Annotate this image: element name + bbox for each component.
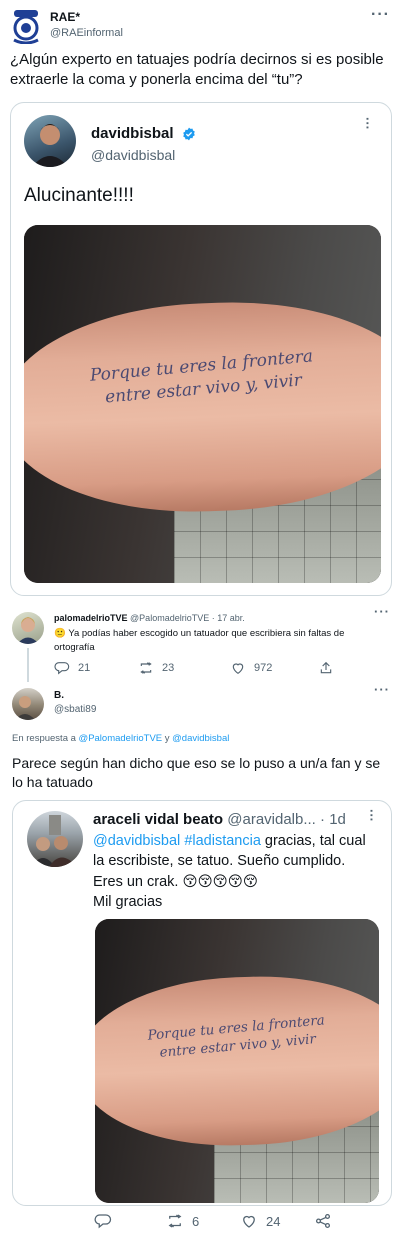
reply1-retweets-count: 23 bbox=[162, 662, 175, 674]
araceli-reply[interactable] bbox=[94, 1212, 120, 1230]
reply1-likes[interactable]: 972 bbox=[230, 660, 272, 676]
reply1-more-options-icon[interactable]: ··· bbox=[374, 604, 390, 619]
quoted-more-options-icon[interactable]: ··· bbox=[360, 117, 375, 130]
group-photo-icon bbox=[31, 815, 77, 867]
paloma-text: Ya podías haber escogido un tatuador que… bbox=[54, 628, 345, 653]
rae-avatar[interactable] bbox=[10, 8, 42, 44]
paloma-date[interactable]: · 17 abr. bbox=[212, 613, 245, 623]
tattoo-photo[interactable]: Porque tu eres la frontera entre estar v… bbox=[24, 225, 381, 583]
reply-icon bbox=[94, 1214, 112, 1229]
person-icon bbox=[32, 124, 68, 167]
reply-icon bbox=[54, 662, 70, 675]
retweet-icon bbox=[168, 1214, 182, 1228]
paloma-tweet-text: 🙂 Ya podías haber escogido un tatuador q… bbox=[54, 627, 384, 655]
araceli-likes[interactable]: 24 bbox=[240, 1212, 280, 1230]
reply1-likes-count: 972 bbox=[254, 662, 273, 674]
heart-icon bbox=[232, 663, 244, 675]
thread-line bbox=[27, 648, 29, 682]
bisbal-tweet-text: Alucinante!!!! bbox=[24, 185, 134, 206]
heart-icon bbox=[243, 1215, 255, 1228]
araceli-avatar[interactable] bbox=[27, 811, 83, 867]
reply-mention-paloma[interactable]: @PalomadelrioTVE bbox=[79, 733, 163, 744]
slight-smile-emoji: 🙂 bbox=[54, 628, 66, 639]
araceli-handle[interactable]: @aravidalb... bbox=[227, 811, 316, 828]
reply1-retweets[interactable]: 23 bbox=[138, 660, 174, 676]
bisbal-name[interactable]: davidbisbal bbox=[91, 125, 196, 142]
paloma-handle[interactable]: @PalomadelrioTVE bbox=[130, 613, 209, 623]
paloma-header: palomadelrioTVE @PalomadelrioTVE · 17 ab… bbox=[54, 613, 245, 623]
araceli-hashtag[interactable]: #ladistancia bbox=[184, 833, 261, 849]
araceli-retweets[interactable]: 6 bbox=[166, 1212, 199, 1230]
araceli-tweet-text: @davidbisbal #ladistancia gracias, tal c… bbox=[93, 831, 379, 912]
reply1-replies-count: 21 bbox=[78, 662, 91, 674]
araceli-more-options-icon[interactable]: ··· bbox=[364, 809, 379, 822]
kiss-emojis: 😚😚😚😚😚 bbox=[182, 873, 259, 890]
reply-mention-bisbal[interactable]: @davidbisbal bbox=[172, 733, 229, 744]
b-tweet-text: Parece según han dicho que eso se lo pus… bbox=[12, 755, 381, 790]
in-reply-to: En respuesta a @PalomadelrioTVE y @david… bbox=[12, 733, 229, 744]
in-reply-and: y bbox=[162, 733, 173, 744]
rae-name[interactable]: RAE* bbox=[50, 10, 80, 24]
araceli-share[interactable] bbox=[314, 1212, 340, 1230]
retweet-icon bbox=[140, 662, 152, 674]
bisbal-handle[interactable]: @davidbisbal bbox=[91, 147, 175, 163]
b-avatar[interactable] bbox=[12, 688, 44, 720]
verified-badge-icon bbox=[182, 127, 195, 141]
bisbal-name-text[interactable]: davidbisbal bbox=[91, 125, 174, 142]
share-nodes-icon bbox=[315, 1213, 331, 1229]
araceli-likes-count: 24 bbox=[266, 1213, 281, 1229]
reply1-share[interactable] bbox=[318, 660, 342, 676]
rae-tweet-text: ¿Algún experto en tatuajes podría decirn… bbox=[10, 51, 384, 88]
b-handle[interactable]: @sbati89 bbox=[54, 704, 96, 715]
quoted-tweet-bisbal[interactable]: davidbisbal @davidbisbal ··· Alucinante!… bbox=[10, 102, 392, 596]
b-name[interactable]: B. bbox=[54, 690, 64, 701]
araceli-retweets-count: 6 bbox=[192, 1213, 200, 1229]
reply2-more-options-icon[interactable]: ··· bbox=[374, 682, 390, 697]
person-icon bbox=[17, 617, 39, 644]
paloma-avatar[interactable] bbox=[12, 612, 44, 644]
more-options-icon[interactable]: ··· bbox=[371, 6, 390, 24]
share-icon bbox=[320, 661, 332, 674]
araceli-name[interactable]: araceli vidal beato bbox=[93, 811, 223, 828]
bisbal-avatar[interactable] bbox=[24, 115, 76, 167]
in-reply-prefix: En respuesta a bbox=[12, 733, 79, 744]
rae-crest-icon bbox=[13, 10, 39, 44]
tattoo-photo-2[interactable]: Porque tu eres la frontera entre estar v… bbox=[95, 919, 379, 1203]
araceli-date[interactable]: · 1d bbox=[320, 811, 346, 828]
paloma-name[interactable]: palomadelrioTVE bbox=[54, 613, 128, 623]
reply1-replies[interactable]: 21 bbox=[54, 660, 90, 676]
araceli-text-2: Mil gracias bbox=[93, 893, 163, 910]
araceli-header: araceli vidal beato @aravidalb... · 1d bbox=[93, 811, 346, 828]
quoted-tweet-araceli[interactable]: araceli vidal beato @aravidalb... · 1d ·… bbox=[12, 800, 392, 1206]
rae-handle[interactable]: @RAEinformal bbox=[50, 27, 123, 39]
araceli-mention[interactable]: @davidbisbal bbox=[93, 833, 180, 849]
person-icon bbox=[15, 696, 35, 720]
